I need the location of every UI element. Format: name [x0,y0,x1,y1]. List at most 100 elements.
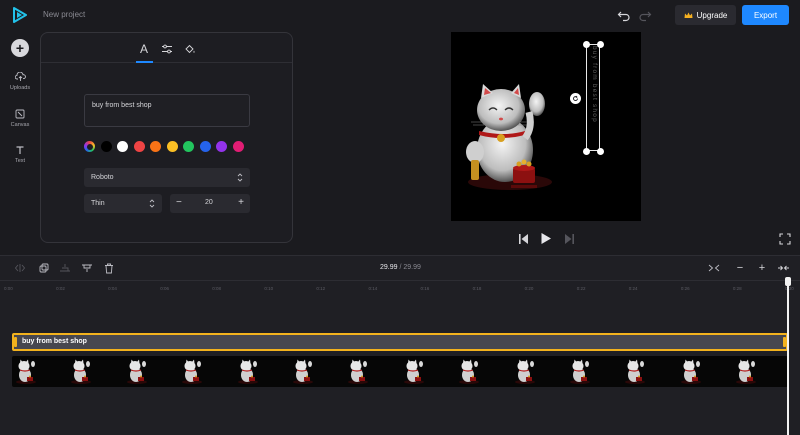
canvas-overlay-text[interactable]: buy from best shop [588,46,598,149]
swatch-green[interactable] [183,141,194,152]
upgrade-label: Upgrade [696,10,728,20]
expand-timeline-icon[interactable] [776,261,790,275]
video-thumbnail [12,356,67,387]
total-time: 29.99 [403,264,421,271]
timeline-toolbar: 29.99 / 29.99 − + [0,256,800,280]
duplicate-icon[interactable] [37,261,51,275]
ruler-tick-label: 0:18 [472,286,482,291]
swatch-white[interactable] [117,141,128,152]
ruler-tick-label: 0:16 [420,286,430,291]
ruler-tick-label: 0:06 [160,286,169,291]
timeline-ruler[interactable]: 0:00 0:02 0:04 0:06 0:08 0:10 0:12 0:14 0:16 0:18… [0,280,800,294]
video-thumbnail [732,356,787,387]
resize-handle-bottom-left[interactable] [583,148,590,155]
skip-back-icon[interactable] [518,232,529,250]
upload-icon [14,72,26,81]
fit-timeline-icon[interactable] [707,261,721,275]
text-track-clip[interactable]: buy from best shop [12,333,788,351]
skip-forward-icon[interactable] [564,232,575,250]
zoom-out-button[interactable]: − [733,261,747,275]
rotate-handle[interactable] [570,93,581,104]
video-thumbnail [400,356,455,387]
delete-icon[interactable] [102,261,116,275]
swatch-purple[interactable] [216,141,227,152]
undo-icon[interactable] [617,8,631,22]
video-thumbnail [621,356,676,387]
trim-end-icon[interactable] [80,261,94,275]
preview-canvas[interactable] [451,32,641,221]
font-weight-select[interactable]: Thin [84,194,162,213]
video-thumbnail [123,356,178,387]
tab-fill[interactable] [182,41,198,57]
video-thumbnail [455,356,510,387]
font-size-stepper: − 20 + [170,194,250,213]
export-button[interactable]: Export [742,5,789,25]
font-family-value: Roboto [91,174,114,181]
resize-handle-top-right[interactable] [597,41,604,48]
project-title[interactable]: New project [43,10,85,19]
swatch-black[interactable] [100,141,112,152]
add-media-button[interactable]: + [11,39,29,57]
text-track-label: buy from best shop [22,338,87,345]
video-thumbnail [344,356,399,387]
sidebar-item-label: Canvas [10,122,30,128]
clip-end-handle[interactable] [783,337,786,347]
tab-adjust[interactable] [159,41,175,57]
swatch-orange[interactable] [150,141,161,152]
fullscreen-icon[interactable] [779,232,791,245]
font-family-select[interactable]: Roboto [84,168,250,187]
sidebar-item-canvas[interactable]: Canvas [0,109,40,128]
swatch-multicolor[interactable] [84,141,95,152]
rotate-icon [573,95,578,101]
redo-icon[interactable] [638,8,652,22]
lucky-cat-image [466,84,552,190]
ruler-tick-label: 0:02 [56,286,65,291]
video-thumbnail [511,356,566,387]
upgrade-button[interactable]: Upgrade [675,5,736,25]
playhead-knob[interactable] [785,277,791,286]
swatch-pink[interactable] [232,141,244,152]
ruler-tick-label: 0:20 [524,286,534,291]
playhead[interactable] [787,277,789,435]
color-swatches [84,141,244,152]
top-bar: New project Upgrade Export [0,0,800,30]
crown-icon [684,12,693,18]
video-thumbnail [67,356,122,387]
font-size-value[interactable]: 20 [205,199,213,206]
split-icon[interactable] [13,261,27,275]
resize-handle-bottom-right[interactable] [597,148,604,155]
app-logo-icon[interactable] [13,7,27,28]
tab-text[interactable]: A [136,41,152,57]
video-thumbnail [677,356,732,387]
video-track-clip[interactable] [12,356,788,387]
ruler-tick-label: 0:24 [628,286,638,291]
text-content-input[interactable]: buy from best shop [84,94,250,127]
font-weight-value: Thin [91,200,105,207]
current-time: 29.99 [380,264,398,271]
select-chevron-icon [149,199,155,208]
sidebar-item-label: Uploads [9,85,31,91]
time-readout: 29.99 / 29.99 [380,264,421,271]
ruler-tick-label: 0:14 [368,286,378,291]
swatch-red[interactable] [133,141,145,152]
time-separator: / [399,264,402,271]
sidebar-item-uploads[interactable]: Uploads [0,72,40,91]
zoom-in-button[interactable]: + [755,261,769,275]
ruler-tick-label: 0:10 [264,286,274,291]
active-tab-indicator [136,61,153,63]
swatch-blue[interactable] [199,141,211,152]
panel-tabs: A [41,33,292,63]
ruler-tick-label: 0:00 [4,286,13,291]
ruler-tick-label: 0:26 [680,286,690,291]
swatch-yellow[interactable] [166,141,178,152]
sidebar-item-text[interactable]: Text [0,145,40,164]
canvas-icon [15,109,25,119]
trim-start-icon[interactable] [58,261,72,275]
decrease-size-button[interactable]: − [176,197,182,208]
timeline: 29.99 / 29.99 − + 0:00 0:02 0:04 0:06 0:08 0:… [0,255,800,435]
play-icon[interactable] [540,232,552,250]
resize-handle-top-left[interactable] [583,41,590,48]
increase-size-button[interactable]: + [238,197,244,208]
text-icon [16,146,24,154]
clip-start-handle[interactable] [14,337,17,347]
